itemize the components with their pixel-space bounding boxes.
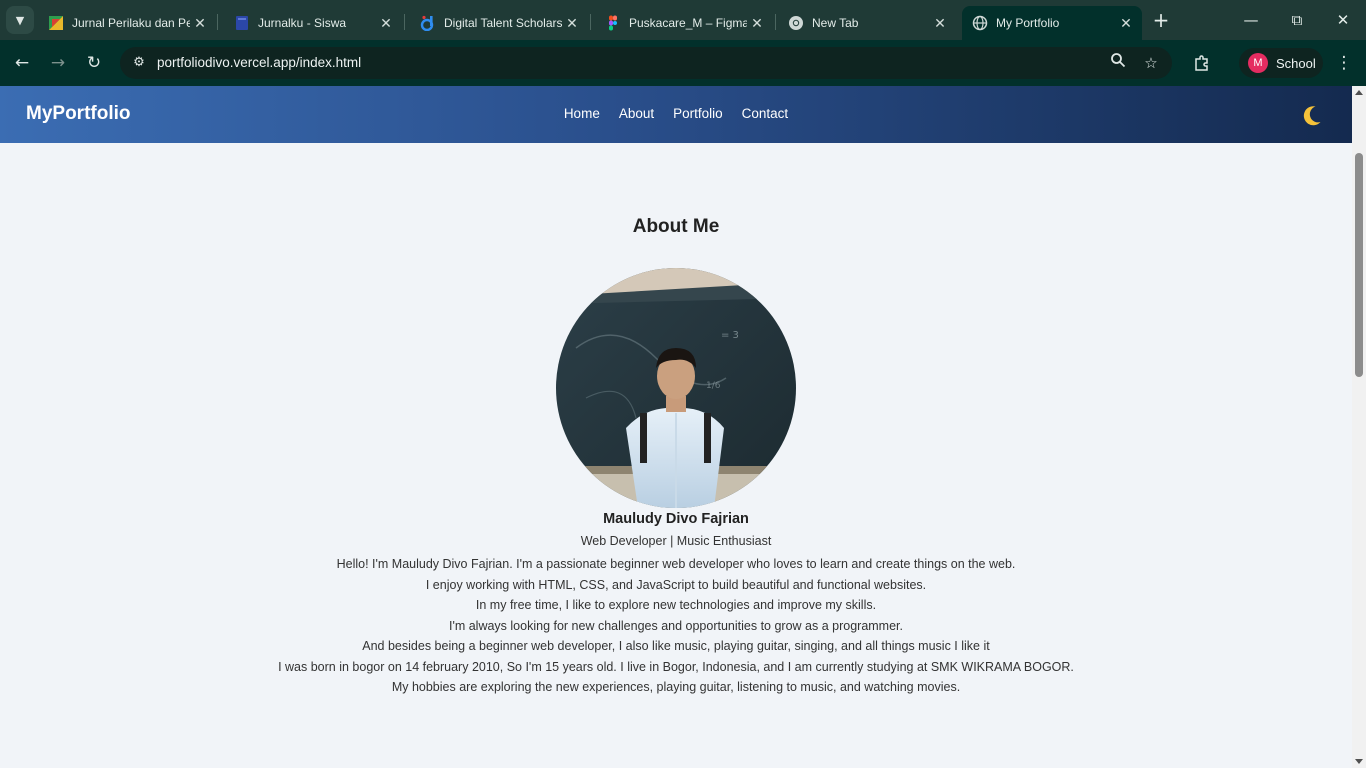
gradient-triangle-icon bbox=[48, 15, 64, 31]
zoom-icon[interactable] bbox=[1107, 52, 1129, 74]
close-icon[interactable]: ✕ bbox=[376, 15, 396, 32]
page-viewport: MyPortfolio Home About Portfolio Contact… bbox=[0, 86, 1352, 768]
about-bio: Hello! I'm Mauludy Divo Fajrian. I'm a p… bbox=[0, 554, 1352, 698]
forward-button[interactable]: → bbox=[44, 49, 72, 77]
url-text: portfoliodivo.vercel.app/index.html bbox=[157, 55, 362, 70]
site-navbar: MyPortfolio Home About Portfolio Contact bbox=[0, 86, 1352, 143]
browser-menu-icon[interactable]: ⋮ bbox=[1330, 49, 1358, 77]
close-icon[interactable]: ✕ bbox=[562, 15, 582, 32]
profile-name-heading: Mauludy Divo Fajrian bbox=[603, 511, 749, 527]
close-icon[interactable]: ✕ bbox=[190, 15, 210, 32]
tab-search-button[interactable]: ▼ bbox=[6, 6, 34, 34]
close-window-button[interactable]: ✕ bbox=[1320, 8, 1366, 32]
tab-new-tab[interactable]: New Tab ✕ bbox=[778, 6, 956, 40]
tab-figma[interactable]: Puskacare_M – Figma ✕ bbox=[595, 6, 773, 40]
tab-title: Digital Talent Scholars bbox=[444, 16, 562, 30]
bio-line: And besides being a beginner web develop… bbox=[362, 639, 990, 653]
bookmark-star-icon[interactable]: ☆ bbox=[1140, 52, 1162, 74]
chrome-icon bbox=[788, 15, 804, 31]
bio-line: Hello! I'm Mauludy Divo Fajrian. I'm a p… bbox=[336, 557, 1016, 571]
address-bar[interactable]: ⚙ portfoliodivo.vercel.app/index.html ☆ bbox=[120, 47, 1172, 79]
tab-title: My Portfolio bbox=[996, 16, 1060, 30]
scroll-thumb[interactable] bbox=[1355, 153, 1363, 377]
scroll-down-icon[interactable] bbox=[1355, 759, 1363, 764]
tab-my-portfolio[interactable]: My Portfolio ✕ bbox=[962, 6, 1142, 40]
minimize-button[interactable]: — bbox=[1228, 8, 1274, 32]
bio-line: I was born in bogor on 14 february 2010,… bbox=[278, 659, 1074, 674]
tab-jurnal-perilaku[interactable]: Jurnal Perilaku dan Pe ✕ bbox=[38, 6, 216, 40]
nav-home-link[interactable]: Home bbox=[564, 106, 600, 121]
profile-button[interactable]: M School bbox=[1239, 48, 1323, 78]
reload-button[interactable]: ↻ bbox=[80, 49, 108, 77]
profile-photo: = 3 1/6 bbox=[556, 268, 796, 508]
page-scrollbar[interactable] bbox=[1352, 86, 1366, 768]
bio-line: In my free time, I like to explore new t… bbox=[475, 598, 877, 612]
bio-line: I'm always looking for new challenges an… bbox=[448, 618, 903, 633]
browser-tab-bar: ▼ Jurnal Perilaku dan Pe ✕ Jurnalku - Si… bbox=[0, 0, 1366, 40]
svg-text:1/6: 1/6 bbox=[706, 381, 721, 391]
bio-line: My hobbies are exploring the new experie… bbox=[391, 680, 961, 694]
tab-jurnalku[interactable]: Jurnalku - Siswa ✕ bbox=[224, 6, 402, 40]
profile-name: School bbox=[1276, 55, 1316, 71]
avatar: M bbox=[1248, 53, 1268, 73]
dts-logo-icon bbox=[420, 15, 436, 31]
svg-text:= 3: = 3 bbox=[721, 330, 739, 341]
scroll-up-icon[interactable] bbox=[1355, 90, 1363, 95]
browser-toolbar: ← → ↻ ⚙ portfoliodivo.vercel.app/index.h… bbox=[0, 40, 1366, 86]
close-icon[interactable]: ✕ bbox=[930, 15, 950, 32]
extensions-icon[interactable] bbox=[1188, 49, 1216, 77]
tab-title: Jurnalku - Siswa bbox=[258, 16, 347, 30]
about-heading: About Me bbox=[632, 216, 720, 237]
nav-contact-link[interactable]: Contact bbox=[742, 106, 789, 121]
nav-about-link[interactable]: About bbox=[619, 106, 654, 121]
moon-icon[interactable] bbox=[1298, 103, 1324, 129]
tab-title: Jurnal Perilaku dan Pe bbox=[72, 16, 190, 30]
profile-role: Web Developer | Music Enthusiast bbox=[580, 534, 772, 548]
close-icon[interactable]: ✕ bbox=[747, 15, 767, 32]
restore-button[interactable]: ⧉ bbox=[1274, 8, 1320, 32]
nav-portfolio-link[interactable]: Portfolio bbox=[673, 106, 723, 121]
globe-icon bbox=[972, 15, 988, 31]
close-icon[interactable]: ✕ bbox=[1116, 15, 1136, 32]
book-icon bbox=[234, 15, 250, 31]
bio-line: I enjoy working with HTML, CSS, and Java… bbox=[425, 577, 927, 592]
tab-title: New Tab bbox=[812, 16, 859, 30]
site-menu: Home About Portfolio Contact bbox=[0, 106, 1352, 121]
new-tab-button[interactable]: + bbox=[1150, 8, 1172, 32]
tab-digital-talent[interactable]: Digital Talent Scholars ✕ bbox=[410, 6, 588, 40]
back-button[interactable]: ← bbox=[8, 49, 36, 77]
site-settings-icon[interactable]: ⚙ bbox=[128, 52, 150, 74]
tab-title: Puskacare_M – Figma bbox=[629, 16, 747, 30]
figma-icon bbox=[605, 15, 621, 31]
